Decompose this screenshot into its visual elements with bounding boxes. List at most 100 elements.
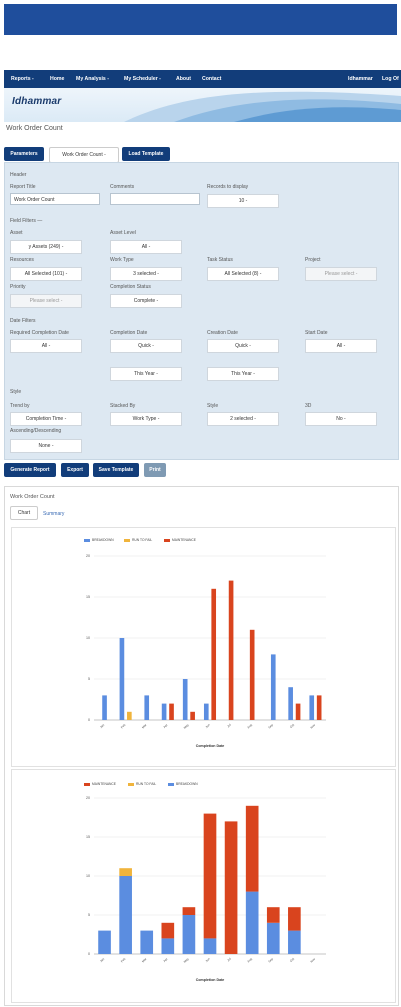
- threed-select[interactable]: No -: [305, 412, 377, 426]
- bar: [316, 695, 322, 720]
- print-button[interactable]: Print: [144, 463, 166, 477]
- bar-segment: [266, 922, 280, 954]
- bar-segment: [288, 907, 301, 931]
- tab-summary[interactable]: Summary: [43, 511, 64, 517]
- bar-segment: [161, 938, 175, 954]
- y-tick-label: 5: [88, 677, 90, 681]
- y-tick-label: 15: [86, 595, 90, 599]
- brand-logo: Idhammar: [12, 96, 62, 107]
- x-tick-label: Aug: [246, 723, 253, 730]
- nav-reports[interactable]: Reports -: [11, 76, 34, 82]
- parameters-panel: Header Report Title Work Order Count Com…: [4, 162, 399, 460]
- nav-my-scheduler[interactable]: My Scheduler -: [124, 76, 161, 82]
- nav-logout[interactable]: Log Of: [382, 76, 399, 82]
- x-tick-label: Apr: [162, 723, 168, 729]
- trend-label: Trend by: [10, 403, 30, 409]
- records-select[interactable]: 10 -: [207, 194, 279, 208]
- task-status-select[interactable]: All Selected (8) -: [207, 267, 279, 281]
- x-tick-label: Jul: [226, 723, 232, 729]
- creation-date-select[interactable]: Quick -: [207, 339, 279, 353]
- bar: [144, 695, 150, 720]
- bar: [211, 588, 217, 720]
- bar: [182, 679, 188, 720]
- resources-select[interactable]: All Selected (101) -: [10, 267, 82, 281]
- y-tick-label: 0: [88, 718, 90, 722]
- x-tick-label: Sep: [267, 957, 274, 964]
- work-type-select[interactable]: 3 selected -: [110, 267, 182, 281]
- bar-segment: [140, 930, 154, 954]
- bar: [295, 703, 301, 720]
- x-tick-label: Nov: [310, 957, 317, 964]
- bar: [270, 654, 276, 720]
- report-dropdown[interactable]: Work Order Count -: [49, 147, 119, 163]
- x-tick-label: Jan: [99, 957, 105, 963]
- report-container: Work Order Count Chart Summary BREAKDOWN…: [4, 486, 399, 1006]
- bar: [203, 703, 209, 720]
- threed-label: 3D: [305, 403, 312, 409]
- y-tick-label: 0: [88, 952, 90, 956]
- x-tick-label: Jun: [204, 957, 210, 963]
- x-tick-label: Jan: [99, 723, 105, 729]
- tab-parameters[interactable]: Parameters: [4, 147, 44, 161]
- bar-segment: [224, 821, 238, 954]
- priority-select[interactable]: Please select -: [10, 294, 82, 308]
- bar-segment: [98, 930, 111, 954]
- completion-status-select[interactable]: Complete -: [110, 294, 182, 308]
- nav-home[interactable]: Home: [50, 76, 64, 82]
- bar-segment: [245, 891, 259, 954]
- bar-segment: [266, 907, 280, 923]
- x-tick-label: Oct: [289, 957, 295, 963]
- x-tick-label: Mar: [141, 723, 147, 729]
- nav-user[interactable]: ldhammar: [348, 76, 373, 82]
- nav-contact[interactable]: Contact: [202, 76, 221, 82]
- y-tick-label: 10: [86, 874, 90, 878]
- page-title: Work Order Count: [6, 125, 63, 132]
- main-navbar: Reports - Home My Analysis - My Schedule…: [4, 70, 401, 88]
- save-template-button[interactable]: Save Template: [93, 463, 139, 477]
- generate-report-button[interactable]: Generate Report: [4, 463, 56, 477]
- bar: [288, 687, 293, 720]
- nav-about[interactable]: About: [176, 76, 191, 82]
- asset-label: Asset: [10, 230, 23, 236]
- completion-range-select[interactable]: This Year -: [110, 367, 182, 381]
- start-date-label: Start Date: [305, 330, 328, 336]
- stacked-label: Stacked By: [110, 403, 136, 409]
- completion-status-label: Completion Status: [110, 284, 151, 290]
- order-select[interactable]: None -: [10, 439, 82, 453]
- trend-select[interactable]: Completion Time -: [10, 412, 82, 426]
- report-title: Work Order Count: [10, 494, 55, 500]
- work-type-label: Work Type: [110, 257, 134, 263]
- x-tick-label: Sep: [267, 723, 274, 730]
- stacked-select[interactable]: Work Type -: [110, 412, 182, 426]
- x-tick-label: Mar: [141, 957, 147, 963]
- tab-chart[interactable]: Chart: [10, 506, 38, 520]
- bar: [309, 695, 315, 720]
- chart-grouped-box: BREAKDOWN RUN TO FAIL MAINTENANCE 0 5 10 15…: [11, 527, 396, 767]
- export-button[interactable]: Export: [61, 463, 89, 477]
- nav-my-analysis[interactable]: My Analysis -: [76, 76, 109, 82]
- order-label: Ascending/Descending: [10, 428, 62, 434]
- completion-date-label: Completion Date: [110, 330, 148, 336]
- resources-label: Resources: [10, 257, 34, 263]
- project-select[interactable]: Please select -: [305, 267, 377, 281]
- x-tick-label: Feb: [120, 957, 127, 964]
- records-label: Records to display: [207, 184, 249, 190]
- style-section-title: Style: [10, 389, 22, 395]
- bar: [102, 695, 107, 720]
- bar-segment: [182, 915, 196, 954]
- x-tick-label: Jun: [204, 723, 210, 729]
- asset-level-select[interactable]: All -: [110, 240, 182, 254]
- completion-date-select[interactable]: Quick -: [110, 339, 182, 353]
- comments-input[interactable]: [110, 193, 200, 205]
- creation-range-select[interactable]: This Year -: [207, 367, 279, 381]
- top-banner: [4, 4, 397, 35]
- style-select[interactable]: 2 selected -: [207, 412, 279, 426]
- bar-segment: [203, 938, 217, 954]
- x-tick-label: May: [183, 723, 190, 730]
- required-date-select[interactable]: All -: [10, 339, 82, 353]
- asset-select[interactable]: y Assets (249) -: [10, 240, 82, 254]
- bar: [127, 711, 132, 720]
- report-title-input[interactable]: Work Order Count: [10, 193, 100, 205]
- load-template-button[interactable]: Load Template: [122, 147, 170, 161]
- start-date-select[interactable]: All -: [305, 339, 377, 353]
